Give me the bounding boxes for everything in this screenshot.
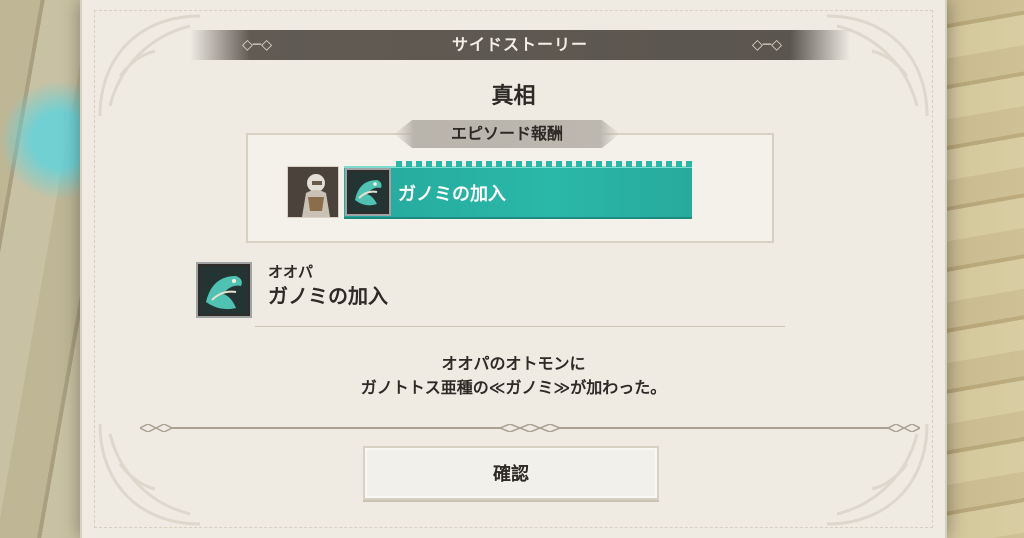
ornate-divider: [140, 424, 920, 432]
dialog-title: サイドストーリー: [451, 35, 588, 54]
divider: [255, 326, 785, 327]
detail-title: ガノミの加入: [268, 284, 388, 308]
gyanomi-monstie-icon: [345, 168, 391, 216]
description-line: オオパのオトモンに: [441, 354, 586, 373]
background-map-left: [0, 0, 90, 538]
corner-flourish-icon: [826, 423, 929, 526]
description-line: ガノトトス亜種の≪ガノミ≫が加わった。: [360, 378, 667, 397]
story-heading: 真相: [491, 84, 536, 109]
reward-item-label: ガノミの加入: [398, 184, 506, 205]
background-map-right: [934, 0, 1024, 538]
oopa-portrait: [287, 166, 339, 218]
detail-owner-name: オオパ: [268, 263, 314, 281]
reward-item-bar: [344, 166, 692, 219]
confirm-button[interactable]: 確認: [363, 446, 659, 500]
reward-bar-trim: [396, 161, 692, 167]
detail-description: オオパのオトモンに ガノトトス亜種の≪ガノミ≫が加わった。: [80, 352, 947, 400]
reward-section-label: エピソード報酬: [450, 124, 563, 143]
gyanomi-monstie-icon: [196, 262, 252, 318]
corner-flourish-icon: [98, 423, 201, 526]
